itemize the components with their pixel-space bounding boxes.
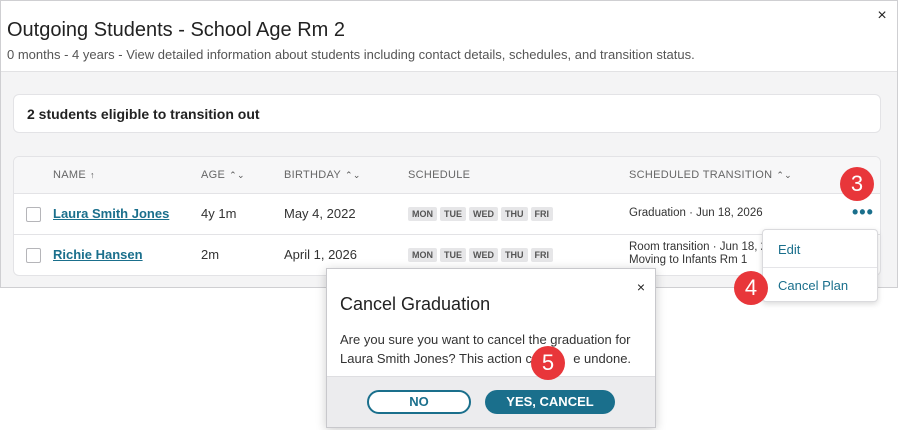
cancel-graduation-dialog: Cancel Graduation × Are you sure you wan… (326, 268, 656, 428)
header-name[interactable]: NAME ↑ (53, 169, 95, 181)
header-transition[interactable]: SCHEDULED TRANSITION ⌃⌄ (629, 169, 792, 181)
sort-asc-icon: ↑ (89, 170, 95, 180)
header-schedule: SCHEDULE (408, 169, 471, 181)
dialog-message: Are you sure you want to cancel the grad… (340, 330, 640, 368)
row-checkbox[interactable] (26, 207, 41, 222)
day-badge: TUE (440, 207, 466, 221)
transition-line: Room transition · Jun 18, 20 (629, 241, 774, 253)
dialog-message-line: Laura Smith Jones? This action ca e undon… (340, 351, 632, 366)
yes-cancel-button[interactable]: YES, CANCEL (485, 390, 615, 414)
close-icon[interactable]: × (637, 279, 645, 295)
transition-cell: Room transition · Jun 18, 20 Moving to I… (629, 241, 773, 267)
day-badge: THU (501, 248, 528, 262)
dialog-title: Cancel Graduation (340, 294, 491, 314)
birthday-cell: May 4, 2022 (284, 206, 356, 221)
day-badge: WED (469, 207, 498, 221)
day-badge: FRI (530, 248, 553, 262)
schedule-days: MON TUE WED THU FRI (408, 207, 553, 221)
header-birthday[interactable]: BIRTHDAY ⌃⌄ (284, 169, 361, 181)
row-actions-menu: Edit Cancel Plan (762, 229, 878, 302)
dialog-footer: NO YES, CANCEL (327, 376, 655, 427)
step-badge-3: 3 (840, 167, 874, 201)
header-age[interactable]: AGE ⌃⌄ (201, 169, 245, 181)
schedule-days: MON TUE WED THU FRI (408, 248, 553, 262)
table-header: NAME ↑ AGE ⌃⌄ BIRTHDAY ⌃⌄ SCHEDULE SCHED… (14, 157, 880, 194)
no-button[interactable]: NO (367, 390, 471, 414)
modal-header: Outgoing Students - School Age Rm 2 0 mo… (1, 1, 897, 72)
day-badge: WED (469, 248, 498, 262)
menu-item-cancel-plan[interactable]: Cancel Plan (763, 268, 877, 304)
birthday-cell: April 1, 2026 (284, 247, 357, 262)
sort-icon: ⌃⌄ (776, 169, 793, 180)
student-name-link[interactable]: Laura Smith Jones (53, 206, 169, 221)
menu-item-edit[interactable]: Edit (763, 232, 877, 268)
day-badge: MON (408, 207, 437, 221)
more-options-icon[interactable]: ••• (852, 203, 874, 221)
transition-cell: Graduation · Jun 18, 2026 (629, 207, 763, 219)
modal-title: Outgoing Students - School Age Rm 2 (7, 19, 345, 41)
transition-line: Moving to Infants Rm 1 (629, 254, 748, 266)
summary-card: 2 students eligible to transition out (13, 94, 881, 133)
sort-icon: ⌃⌄ (345, 169, 361, 180)
dialog-message-line: Are you sure you want to cancel the grad… (340, 332, 631, 347)
modal-subtitle: 0 months - 4 years - View detailed infor… (7, 47, 695, 62)
summary-text: 2 students eligible to transition out (27, 106, 260, 122)
age-cell: 4y 1m (201, 206, 237, 221)
day-badge: TUE (440, 248, 466, 262)
day-badge: FRI (530, 207, 553, 221)
close-icon[interactable]: × (873, 7, 891, 25)
sort-icon: ⌃⌄ (229, 169, 245, 180)
step-badge-4: 4 (734, 271, 768, 305)
age-cell: 2m (201, 247, 220, 262)
step-badge-5: 5 (531, 346, 565, 380)
student-name-link[interactable]: Richie Hansen (53, 247, 143, 262)
day-badge: MON (408, 248, 437, 262)
students-table: NAME ↑ AGE ⌃⌄ BIRTHDAY ⌃⌄ SCHEDULE SCHED… (13, 156, 881, 276)
row-checkbox[interactable] (26, 248, 41, 263)
table-row: Laura Smith Jones 4y 1m May 4, 2022 MON … (14, 194, 880, 235)
day-badge: THU (501, 207, 528, 221)
